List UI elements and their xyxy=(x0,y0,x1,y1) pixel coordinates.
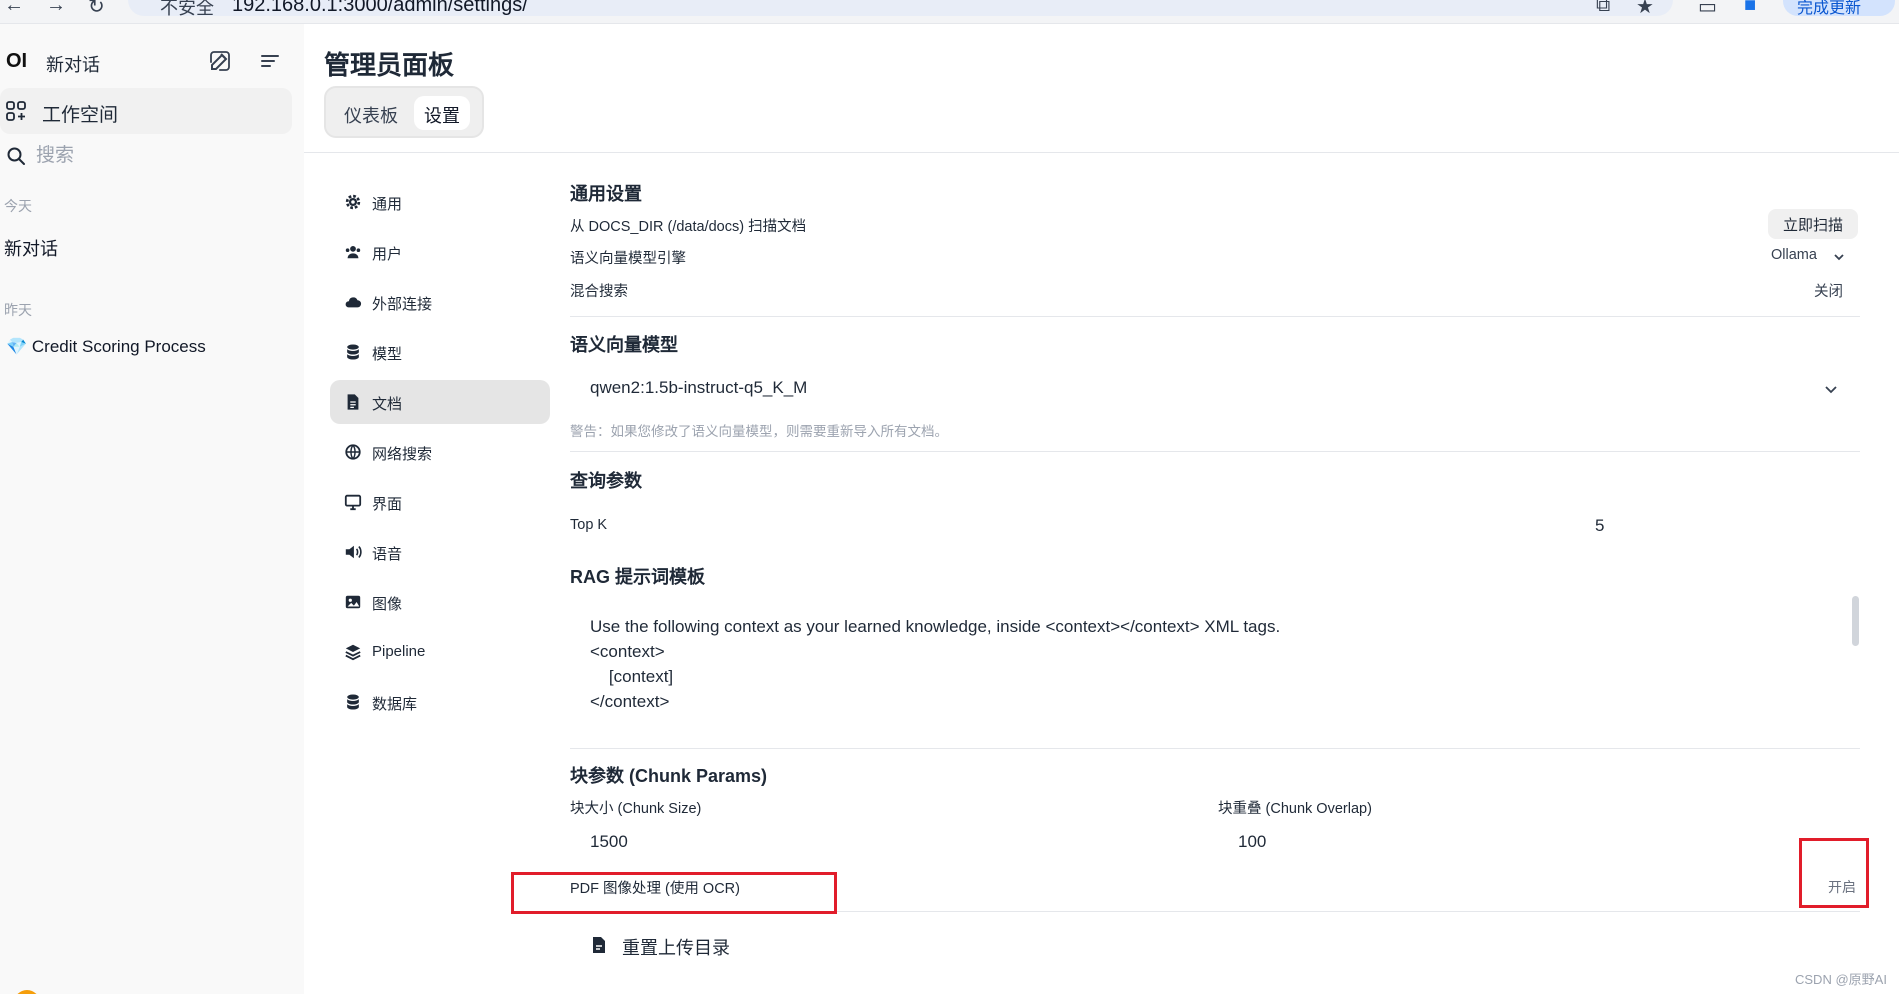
users-icon xyxy=(345,245,361,259)
page-title: 管理员面板 xyxy=(324,50,455,80)
settings-nav-audio[interactable]: 语音 xyxy=(330,530,550,574)
settings-nav-interface[interactable]: 界面 xyxy=(330,480,550,524)
embedding-engine-select[interactable]: Ollama xyxy=(1771,247,1817,263)
chat-item-title: Credit Scoring Process xyxy=(31,337,206,356)
watermark: CSDN @原野AI xyxy=(1795,972,1887,987)
section-divider xyxy=(570,451,1860,452)
search-icon xyxy=(7,147,25,165)
chat-sidebar: OI 新对话 工作空间 今天 新对话 昨天 💎 Credit Scoring P… xyxy=(0,24,304,994)
user-avatar[interactable] xyxy=(14,990,40,994)
scan-now-button[interactable]: 立即扫描 xyxy=(1768,209,1858,239)
annotation-box-ocr-toggle xyxy=(1799,838,1869,908)
database-icon xyxy=(347,344,359,360)
textarea-scrollbar[interactable] xyxy=(1852,596,1859,646)
hybrid-search-toggle[interactable]: 关闭 xyxy=(1814,280,1843,301)
document-icon xyxy=(347,394,359,410)
scan-docs-label: 从 DOCS_DIR (/data/docs) 扫描文档 xyxy=(570,219,807,235)
rag-template-textarea[interactable]: Use the following context as your learne… xyxy=(590,614,1280,714)
tab-settings[interactable]: 设置 xyxy=(414,96,470,130)
settings-nav-web-search[interactable]: 网络搜索 xyxy=(330,430,550,474)
workspace-grid-icon xyxy=(6,101,26,121)
gem-icon: 💎 xyxy=(6,337,28,356)
settings-nav-general[interactable]: 通用 xyxy=(330,180,550,224)
embedding-model-select[interactable]: qwen2:1.5b-instruct-q5_K_M xyxy=(570,368,1860,408)
annotation-box-ocr-label xyxy=(511,872,837,914)
monitor-icon xyxy=(344,494,362,511)
group-label-today: 今天 xyxy=(4,198,32,214)
database-icon xyxy=(347,694,359,710)
image-icon xyxy=(345,595,361,609)
chunk-size-label: 块大小 (Chunk Size) xyxy=(570,801,702,817)
url-text[interactable]: 192.168.0.1:3000/admin/settings/ xyxy=(232,0,528,17)
chat-item[interactable]: 💎 Credit Scoring Process xyxy=(6,337,206,357)
section-divider xyxy=(570,748,1860,749)
back-arrow-icon[interactable]: ← xyxy=(4,0,24,17)
brand-logo[interactable]: OI xyxy=(6,50,27,73)
hybrid-search-label: 混合搜索 xyxy=(570,284,628,300)
admin-tabs: 仪表板 设置 xyxy=(324,86,484,138)
settings-nav-images[interactable]: 图像 xyxy=(330,580,550,624)
settings-nav-pipeline[interactable]: Pipeline xyxy=(330,630,550,674)
globe-icon xyxy=(345,444,361,460)
edit-icon[interactable] xyxy=(208,49,232,73)
embedding-engine-label: 语义向量模型引擎 xyxy=(570,251,686,267)
workspace-link[interactable]: 工作空间 xyxy=(0,88,292,134)
chevron-down-icon xyxy=(1825,386,1837,394)
settings-nav-documents[interactable]: 文档 xyxy=(330,380,550,424)
chevron-down-icon[interactable] xyxy=(1832,250,1846,264)
section-title-general: 通用设置 xyxy=(570,184,642,204)
settings-nav-users[interactable]: 用户 xyxy=(330,230,550,274)
documents-settings: 通用设置 从 DOCS_DIR (/data/docs) 扫描文档 立即扫描 语… xyxy=(570,0,1860,994)
topk-input[interactable]: 5 xyxy=(1595,516,1604,536)
topk-label: Top K xyxy=(570,517,608,533)
settings-nav-models[interactable]: 模型 xyxy=(330,330,550,374)
chunk-size-input[interactable]: 1500 xyxy=(590,832,628,852)
chunk-overlap-input[interactable]: 100 xyxy=(1238,832,1266,852)
section-title-query: 查询参数 xyxy=(570,471,642,491)
new-chat-link[interactable]: 新对话 xyxy=(46,51,100,77)
layers-icon xyxy=(345,644,361,661)
group-label-yesterday: 昨天 xyxy=(4,302,32,318)
forward-arrow-icon[interactable]: → xyxy=(46,0,66,17)
chunk-overlap-label: 块重叠 (Chunk Overlap) xyxy=(1218,801,1372,817)
menu-icon[interactable] xyxy=(258,49,282,73)
embedding-warning: 警告：如果您修改了语义向量模型，则需要重新导入所有文档。 xyxy=(570,424,948,439)
section-title-chunk: 块参数 (Chunk Params) xyxy=(570,766,768,786)
gear-icon xyxy=(345,194,361,210)
document-icon xyxy=(593,937,605,953)
section-title-rag: RAG 提示词模板 xyxy=(570,567,705,587)
speaker-icon xyxy=(345,545,362,559)
section-divider xyxy=(570,316,1860,317)
settings-nav-connections[interactable]: 外部连接 xyxy=(330,280,550,324)
settings-nav-database[interactable]: 数据库 xyxy=(330,680,550,724)
tab-dashboard[interactable]: 仪表板 xyxy=(334,96,408,130)
reload-icon[interactable]: ↻ xyxy=(88,0,105,19)
search-input[interactable] xyxy=(36,142,276,170)
section-title-embedding: 语义向量模型 xyxy=(570,335,678,355)
security-label[interactable]: 不安全 xyxy=(160,0,214,20)
chat-item[interactable]: 新对话 xyxy=(4,235,58,261)
cloud-icon xyxy=(345,297,362,308)
